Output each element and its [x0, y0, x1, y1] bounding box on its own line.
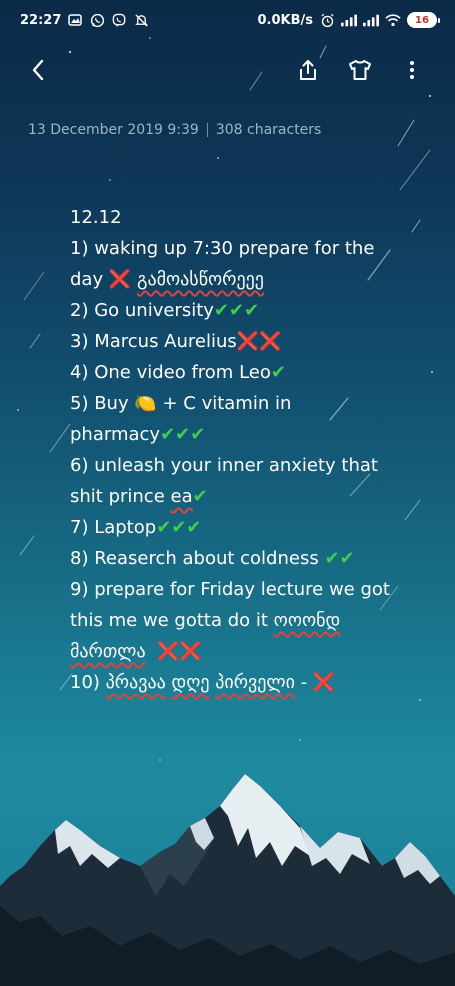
back-button[interactable]	[24, 56, 52, 84]
note-text: 7) Laptop	[70, 517, 157, 538]
georgian-text: პრავაა	[105, 672, 166, 693]
note-line-8: pharmacy✔✔✔	[70, 419, 390, 450]
note-line-9: 6) unleash your inner anxiety that	[70, 455, 378, 476]
lemon-icon: 🍋	[134, 393, 157, 414]
note-line-10: shit prince ea✔	[70, 481, 390, 512]
note-toolbar	[0, 48, 455, 92]
note-text	[146, 641, 157, 662]
note-text: 10)	[70, 672, 106, 693]
cross-mark-icon: ❌	[108, 269, 132, 290]
check-mark-icon: ✔	[270, 362, 286, 383]
chevron-left-icon	[32, 59, 44, 81]
note-line-3: day ❌ გამოასწორეეე	[70, 264, 390, 295]
note-text: 3) Marcus Aurelius	[70, 331, 237, 352]
note-text: -	[294, 672, 313, 693]
note-text: 5) Buy	[70, 393, 135, 414]
note-meta: 13 December 2019 9:39 308 characters	[28, 122, 321, 138]
georgian-text: ოოონდ	[273, 610, 341, 631]
check-mark-icon: ✔✔✔	[156, 517, 202, 538]
share-button[interactable]	[294, 56, 322, 84]
meta-divider	[206, 123, 208, 137]
character-count: 308 characters	[215, 122, 322, 138]
check-mark-icon: ✔	[192, 486, 208, 507]
whatsapp-icon	[89, 12, 105, 28]
more-options-button[interactable]	[398, 56, 426, 84]
gallery-notification-icon	[67, 12, 83, 28]
signal-strength-icon-2	[363, 12, 379, 28]
cross-mark-icon: ❌	[312, 672, 336, 693]
note-line-4: 2) Go university✔✔✔	[70, 295, 390, 326]
note-text: shit prince	[70, 486, 171, 507]
network-speed: 0.0KB/s	[257, 12, 314, 28]
note-line-6: 4) One video from Leo✔	[70, 357, 390, 388]
check-mark-icon: ✔✔	[324, 548, 355, 569]
status-bar: 22:27 0.0KB/s 16	[0, 0, 455, 40]
signal-strength-icon	[341, 12, 357, 28]
viber-icon	[111, 12, 127, 28]
share-icon	[300, 60, 316, 80]
do-not-disturb-icon	[133, 12, 149, 28]
note-text: this me we gotta do it	[70, 610, 274, 631]
note-line-15: მართლა ❌❌	[70, 636, 390, 667]
battery-level: 16	[415, 14, 429, 26]
georgian-text: მართლა	[70, 641, 146, 662]
note-line-16: 10) პრავაა დღე პირველი - ❌	[70, 667, 390, 698]
cross-mark-icon: ❌❌	[236, 331, 282, 352]
note-text: 4) One video from Leo	[70, 362, 271, 383]
note-text: + C vitamin in	[156, 393, 292, 414]
status-bar-right: 0.0KB/s 16	[257, 12, 440, 28]
georgian-text: დღე	[171, 672, 210, 693]
georgian-text: პირველი	[215, 672, 295, 693]
note-text: 2) Go university	[70, 300, 214, 321]
note-text: 8) Reaserch about coldness	[70, 548, 325, 569]
note-line-7: 5) Buy 🍋 + C vitamin in	[70, 388, 390, 419]
note-line-5: 3) Marcus Aurelius❌❌	[70, 326, 390, 357]
note-date: 13 December 2019 9:39	[28, 122, 199, 138]
alarm-icon	[319, 12, 335, 28]
note-line-12: 8) Reaserch about coldness ✔✔	[70, 543, 390, 574]
status-time: 22:27	[20, 12, 62, 28]
georgian-text: გამოასწორეეე	[137, 269, 264, 290]
note-line-1: 12.12	[70, 207, 122, 228]
note-line-11: 7) Laptop✔✔✔	[70, 512, 390, 543]
check-mark-icon: ✔✔✔	[160, 424, 206, 445]
note-text: day	[70, 269, 109, 290]
note-line-2: 1) waking up 7:30 prepare for the	[70, 238, 375, 259]
mountain-wallpaper	[0, 774, 455, 986]
theme-button[interactable]	[346, 56, 374, 84]
status-bar-left: 22:27	[20, 12, 149, 28]
note-line-14: this me we gotta do it ოოონდ	[70, 605, 390, 636]
note-text: pharmacy	[70, 424, 161, 445]
note-line-13: 9) prepare for Friday lecture we got	[70, 579, 390, 600]
misspelled-word: ea	[170, 486, 193, 507]
more-vertical-icon	[410, 61, 414, 79]
tshirt-icon	[349, 60, 371, 80]
check-mark-icon: ✔✔✔	[213, 300, 260, 321]
cross-mark-icon: ❌❌	[157, 641, 202, 662]
battery-indicator: 16	[407, 12, 440, 28]
wifi-icon	[385, 12, 401, 28]
note-body[interactable]: 12.12 1) waking up 7:30 prepare for the …	[70, 202, 390, 698]
